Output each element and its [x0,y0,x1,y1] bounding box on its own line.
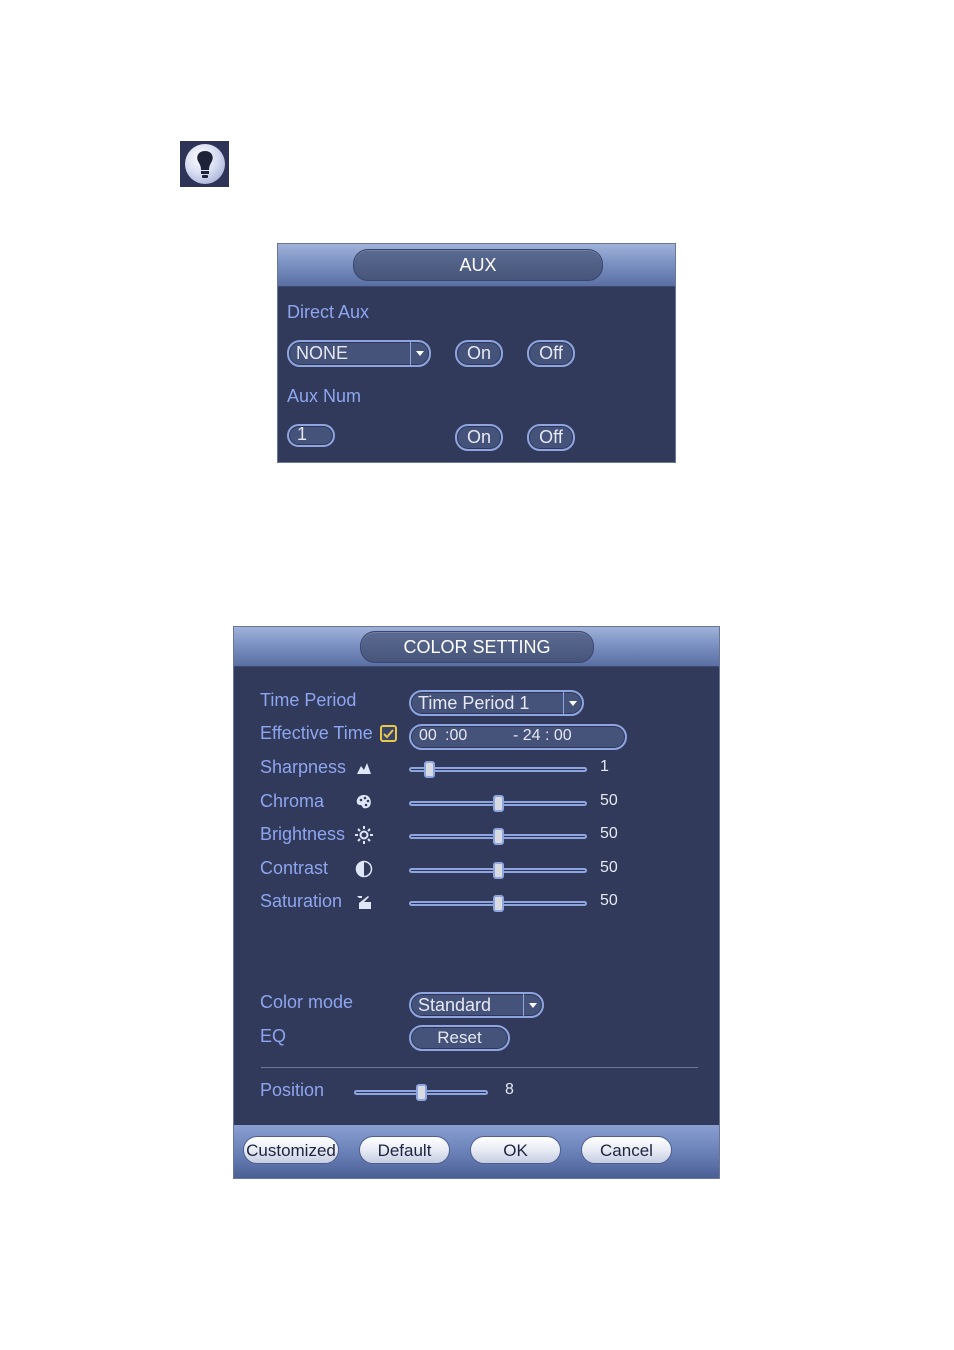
eq-label: EQ [260,1026,287,1046]
time-start-minute[interactable]: :00 [445,727,467,745]
reset-button[interactable]: Reset [409,1025,510,1051]
brightness-value: 50 [600,825,618,842]
section-divider [261,1067,698,1068]
color-dialog-title: COLOR SETTING [360,631,594,663]
time-period-select[interactable]: Time Period 1 [409,690,584,716]
aux-dialog-header: AUX [278,244,675,287]
saturation-label: Saturation [260,891,343,911]
saturation-icon [354,892,374,912]
contrast-icon [354,859,374,879]
direct-aux-off-button[interactable]: Off [527,340,575,367]
dialog-footer: Customized Default OK Cancel [234,1125,719,1178]
color-setting-dialog: COLOR SETTING Time Period Time Period 1 … [233,626,720,1179]
brightness-slider-thumb[interactable] [492,828,504,845]
customized-button[interactable]: Customized [243,1136,339,1164]
chevron-down-icon[interactable] [523,994,542,1016]
contrast-label: Contrast [260,857,329,878]
sharpness-icon [354,758,374,778]
aux-dialog: AUX Direct Aux NONE On Off Aux Num 1 On … [277,243,676,463]
sun-icon [354,825,374,845]
time-end-hour[interactable]: - 24 [513,727,541,745]
color-mode-select[interactable]: Standard [409,992,544,1018]
effective-time-label: Effective Time [260,723,373,743]
chroma-value: 50 [600,791,618,809]
palette-icon [354,792,374,812]
time-period-value: Time Period 1 [418,693,530,713]
color-mode-value: Standard [418,995,492,1015]
time-end-minute[interactable]: : 00 [545,727,572,745]
aux-num-input[interactable]: 1 [287,424,335,447]
time-period-label: Time Period [260,690,357,710]
sharpness-slider-thumb[interactable] [424,761,436,778]
aux-dialog-title: AUX [353,249,603,281]
aux-num-value: 1 [297,424,308,444]
position-label: Position [260,1080,325,1100]
chevron-down-icon[interactable] [563,692,582,714]
aux-num-label: Aux Num [287,386,362,406]
direct-aux-select[interactable]: NONE [287,340,431,367]
brightness-label: Brightness [260,824,346,844]
aux-num-on-button[interactable]: On [455,424,503,451]
effective-time-checkbox[interactable] [380,725,397,742]
contrast-value: 50 [600,858,618,876]
saturation-value: 50 [600,892,618,909]
direct-aux-on-button[interactable]: On [455,340,503,367]
lightbulb-icon [180,141,229,187]
chevron-down-icon[interactable] [410,342,429,365]
sharpness-slider-track[interactable] [409,767,587,772]
default-button[interactable]: Default [359,1136,450,1164]
time-start-hour[interactable]: 00 [419,727,437,745]
direct-aux-select-value: NONE [296,343,349,363]
aux-num-off-button[interactable]: Off [527,424,575,451]
cancel-button[interactable]: Cancel [581,1136,672,1164]
ok-button[interactable]: OK [470,1136,561,1164]
effective-time-range-input[interactable]: 00 :00 - 24 : 00 [409,724,627,750]
position-slider-thumb[interactable] [415,1084,427,1101]
direct-aux-label: Direct Aux [287,302,370,322]
sharpness-label: Sharpness [260,757,347,777]
color-dialog-header: COLOR SETTING [234,627,719,667]
sharpness-value: 1 [600,758,609,775]
chroma-label: Chroma [260,790,325,811]
position-value: 8 [505,1081,514,1098]
chroma-slider-thumb[interactable] [492,794,504,812]
saturation-slider-thumb[interactable] [492,895,504,912]
color-mode-label: Color mode [260,992,354,1012]
contrast-slider-thumb[interactable] [492,861,504,879]
checkmark-icon [383,729,394,739]
